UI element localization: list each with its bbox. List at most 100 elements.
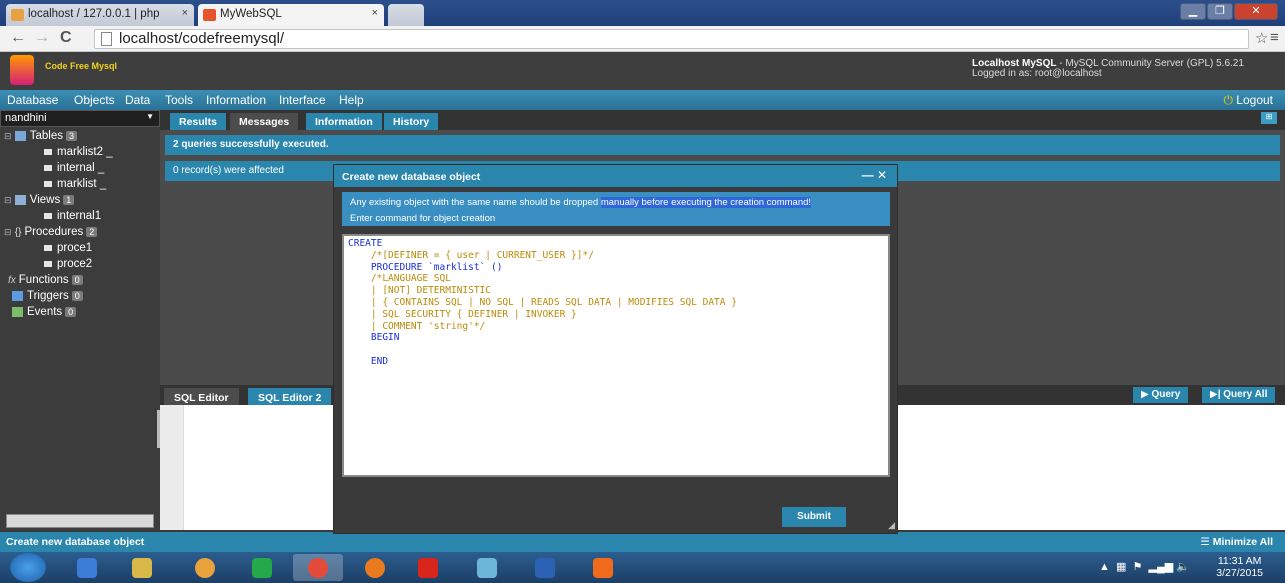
signal-icon[interactable]: ▂▄▆ bbox=[1149, 561, 1174, 573]
taskbar-app[interactable] bbox=[462, 554, 512, 581]
menu-bar: Database Objects Data Tools Information … bbox=[0, 90, 1285, 110]
menu-objects[interactable]: Objects bbox=[74, 93, 115, 107]
taskbar-clock[interactable]: 11:31 AM 3/27/2015 bbox=[1216, 555, 1263, 579]
minimize-window-icon[interactable]: ▁ bbox=[1180, 3, 1206, 20]
back-arrow-icon[interactable]: ← bbox=[10, 29, 26, 47]
tree-procedures[interactable]: ⊟ {} Procedures 2 bbox=[4, 226, 98, 238]
menu-icon[interactable]: ≡ bbox=[1270, 29, 1279, 46]
start-button-icon[interactable] bbox=[10, 553, 46, 582]
flag-icon[interactable]: ⚑ bbox=[1133, 561, 1143, 573]
logout-button[interactable]: ⏻ Logout bbox=[1223, 93, 1273, 108]
play-icon: ▶ bbox=[1141, 389, 1152, 400]
taskbar-app[interactable] bbox=[520, 554, 570, 581]
taskbar-app[interactable] bbox=[403, 554, 453, 581]
close-tab-icon[interactable]: × bbox=[182, 7, 188, 19]
tree-table-item[interactable]: marklist2 _ bbox=[44, 146, 113, 158]
windows-taskbar: ▲ ▦ ⚑ ▂▄▆ 🔈 11:31 AM 3/27/2015 bbox=[0, 552, 1285, 583]
taskbar-app[interactable] bbox=[578, 554, 628, 581]
resize-grip-icon[interactable]: ◢ bbox=[888, 520, 895, 531]
maximize-window-icon[interactable]: ❐ bbox=[1207, 3, 1233, 20]
tree-procedure-item[interactable]: proce2 bbox=[44, 258, 92, 270]
tree-view-item[interactable]: internal1 bbox=[44, 210, 101, 222]
collapse-icon[interactable]: ⊟ bbox=[4, 195, 12, 205]
create-object-dialog: Create new database object — ✕ Any exist… bbox=[333, 164, 898, 534]
status-left-text[interactable]: Create new database object bbox=[6, 536, 144, 548]
taskbar-app-active[interactable] bbox=[293, 554, 343, 581]
taskbar-app[interactable] bbox=[237, 554, 287, 581]
close-window-icon[interactable]: ✕ bbox=[1234, 3, 1278, 20]
collapse-icon[interactable]: ⊟ bbox=[4, 227, 12, 237]
mywebsql-favicon-icon bbox=[203, 9, 216, 21]
database-select[interactable]: nandhini ▼ bbox=[0, 110, 160, 127]
tab-messages[interactable]: Messages bbox=[230, 113, 299, 130]
triggers-icon bbox=[12, 290, 23, 301]
tree-views[interactable]: ⊟ Views 1 bbox=[4, 194, 75, 206]
code-line: | COMMENT 'string'*/ bbox=[348, 320, 486, 332]
create-command-textarea[interactable]: CREATE /*[DEFINER = { user | CURRENT_USE… bbox=[342, 234, 890, 477]
browser-tab-phpmyadmin[interactable]: localhost / 127.0.0.1 | php × bbox=[6, 4, 194, 26]
taskbar-app[interactable] bbox=[180, 554, 230, 581]
browser-tab-label: MyWebSQL bbox=[220, 8, 282, 20]
events-count-badge: 0 bbox=[65, 307, 77, 317]
collapse-icon[interactable]: ⊟ bbox=[4, 131, 12, 141]
success-message: 2 queries successfully executed. bbox=[165, 135, 1280, 155]
tree-table-item[interactable]: marklist _ bbox=[44, 178, 106, 190]
taskbar-app[interactable] bbox=[62, 554, 112, 581]
tree-tables[interactable]: ⊟ Tables 3 bbox=[4, 130, 78, 142]
menu-interface[interactable]: Interface bbox=[279, 93, 326, 107]
sidebar-filter-input[interactable] bbox=[6, 514, 154, 528]
tab-results[interactable]: Results bbox=[170, 113, 226, 130]
functions-label: Functions bbox=[18, 274, 69, 286]
procedure-item-label: proce1 bbox=[57, 242, 93, 254]
word-icon bbox=[535, 558, 555, 578]
system-tray[interactable]: ▲ ▦ ⚑ ▂▄▆ 🔈 bbox=[1099, 560, 1190, 573]
query-button[interactable]: ▶ Query bbox=[1133, 387, 1189, 403]
code-line: /*LANGUAGE SQL bbox=[348, 273, 451, 285]
browser-tab-mywebsql[interactable]: MyWebSQL × bbox=[198, 4, 384, 26]
menu-database[interactable]: Database bbox=[7, 93, 58, 107]
dialog-controls-icon[interactable]: — ✕ bbox=[862, 168, 887, 182]
menu-information[interactable]: Information bbox=[206, 93, 266, 107]
network-icon[interactable]: ▦ bbox=[1116, 561, 1126, 573]
volume-icon[interactable]: 🔈 bbox=[1176, 561, 1190, 573]
taskbar-app[interactable] bbox=[117, 554, 167, 581]
new-tab-button[interactable] bbox=[388, 4, 424, 26]
tree-procedure-item[interactable]: proce1 bbox=[44, 242, 92, 254]
power-icon: ⏻ bbox=[1223, 93, 1233, 107]
tab-history[interactable]: History bbox=[384, 113, 439, 130]
firefox-icon bbox=[365, 558, 385, 578]
events-icon bbox=[12, 306, 23, 317]
menu-tools[interactable]: Tools bbox=[165, 93, 193, 107]
server-info: Localhost MySQL - MySQL Community Server… bbox=[972, 59, 1244, 79]
forward-arrow-icon[interactable]: → bbox=[34, 29, 50, 47]
database-select-value: nandhini bbox=[5, 112, 47, 124]
minimize-all-button[interactable]: ☰ Minimize All bbox=[1200, 536, 1273, 548]
tree-events[interactable]: Events 0 bbox=[12, 306, 77, 318]
app-header: Code Free Mysql Localhost MySQL - MySQL … bbox=[0, 52, 1285, 90]
procedure-bullet-icon bbox=[44, 244, 52, 251]
tree-triggers[interactable]: Triggers 0 bbox=[12, 290, 83, 302]
tab-information[interactable]: Information bbox=[306, 113, 382, 130]
tree-functions[interactable]: fx Functions 0 bbox=[8, 274, 83, 286]
dialog-title-bar[interactable]: Create new database object — ✕ bbox=[334, 165, 897, 187]
query-all-button[interactable]: ▶| Query All bbox=[1202, 387, 1276, 403]
submit-button[interactable]: Submit bbox=[782, 507, 846, 527]
table-item-label: marklist2 bbox=[57, 146, 104, 158]
taskbar-app[interactable] bbox=[350, 554, 400, 581]
views-count-badge: 1 bbox=[63, 195, 75, 205]
tab-sql-editor-2[interactable]: SQL Editor 2 bbox=[248, 388, 332, 406]
dialog-title: Create new database object bbox=[342, 171, 481, 183]
phpmyadmin-favicon-icon bbox=[11, 9, 24, 21]
tab-sql-editor[interactable]: SQL Editor bbox=[164, 388, 239, 406]
close-tab-icon[interactable]: × bbox=[372, 7, 378, 19]
menu-help[interactable]: Help bbox=[339, 93, 364, 107]
menu-data[interactable]: Data bbox=[125, 93, 150, 107]
show-hidden-icon[interactable]: ▲ bbox=[1099, 561, 1110, 573]
url-input[interactable]: localhost/codefreemysql/ bbox=[94, 29, 1249, 49]
bookmark-star-icon[interactable]: ☆ bbox=[1255, 29, 1268, 47]
procedures-count-badge: 2 bbox=[86, 227, 98, 237]
window-toggle-icon[interactable]: ⊞ bbox=[1261, 112, 1277, 124]
tree-table-item[interactable]: internal _ bbox=[44, 162, 104, 174]
reload-icon[interactable]: C bbox=[60, 29, 72, 47]
cloud-app-icon bbox=[477, 558, 497, 578]
